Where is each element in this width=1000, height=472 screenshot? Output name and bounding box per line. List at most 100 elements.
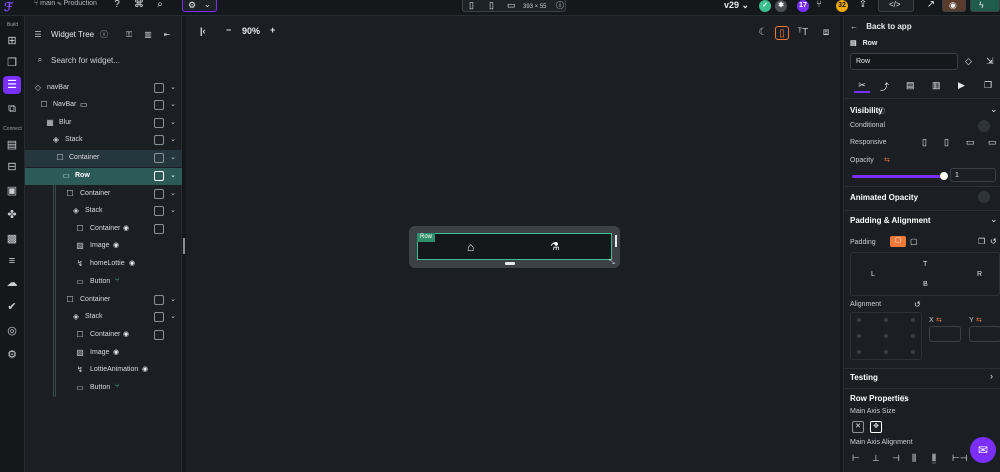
variable-icon[interactable]: ⇆ [884, 156, 890, 164]
target-icon[interactable]: ◎ [3, 322, 21, 340]
export-icon[interactable]: ⇲ [986, 56, 994, 67]
align-x-input[interactable] [929, 326, 961, 342]
command-icon[interactable]: ⌘ [132, 0, 146, 12]
tab-backend-icon[interactable]: ▤ [906, 80, 915, 91]
widget-action-icon[interactable] [154, 83, 164, 93]
tree-item-stack[interactable]: ◈ Stack ⌄ [25, 132, 182, 149]
padding-alignment-title[interactable]: Padding & Alignment [850, 216, 931, 225]
tree-item-container[interactable]: ☐ Container ⌄ [25, 292, 182, 309]
align-bottom-center[interactable] [884, 350, 888, 354]
tree-item-lottieanimation[interactable]: ↯ LottieAnimation ◉ [25, 362, 182, 379]
design-canvas[interactable]: |‹ − 90% + ☾ ▯ ᵀT ⧈ Row ⌂ ⚗ ⤡ [186, 16, 840, 472]
align-center-right[interactable] [911, 334, 915, 338]
tree-item-stack[interactable]: ◈ Stack ⌄ [25, 203, 182, 220]
widget-action-icon[interactable] [154, 100, 164, 110]
collapse-icon[interactable]: ⇤ [162, 30, 172, 40]
align-top-left[interactable] [857, 318, 861, 322]
preview-button[interactable]: ◉ [942, 0, 966, 12]
padding-editor[interactable]: T L R B [850, 252, 1000, 296]
align-top-center[interactable] [884, 318, 888, 322]
widget-search[interactable]: ⌕ Search for widget... [29, 52, 179, 68]
chat-support-button[interactable]: ✉ [970, 437, 996, 463]
tree-item-homelottie[interactable]: ↯ homeLottie ◉ [25, 256, 182, 273]
desktop-icon[interactable]: ▭ [988, 137, 997, 148]
media-icon[interactable]: ▩ [3, 230, 21, 248]
device-frame-icon[interactable]: ▯ [775, 26, 789, 40]
environment-label[interactable]: Production [63, 0, 96, 7]
tree-item-row[interactable]: ▭ Row ⌄ [25, 168, 182, 185]
align-bottom-left[interactable] [857, 350, 861, 354]
chevron-down-icon[interactable]: ⌄ [170, 100, 176, 108]
variable-icon[interactable]: ⇆ [936, 316, 942, 324]
bug-icon[interactable]: ✱ [775, 0, 787, 12]
open-external-icon[interactable]: ↗ [924, 0, 938, 12]
align-center-left[interactable] [857, 334, 861, 338]
tree-item-navbar[interactable]: ☐ NavBar ▭ ⌄ [25, 97, 182, 114]
widget-search-input[interactable]: Search for widget... [51, 56, 120, 65]
conditional-toggle[interactable] [978, 120, 990, 132]
resize-handle[interactable] [505, 262, 515, 265]
padding-individual-icon[interactable]: ▢ [910, 237, 918, 246]
notifications-badge[interactable]: 17 [797, 0, 809, 12]
align-top-right[interactable] [911, 318, 915, 322]
axis-size-min-icon[interactable]: ✕ [852, 421, 864, 433]
align-center[interactable] [884, 334, 888, 338]
search-icon[interactable]: ⌕ [153, 0, 167, 12]
share-icon[interactable]: ⇪ [856, 0, 870, 12]
eye-icon[interactable]: ◉ [113, 241, 119, 249]
chevron-down-icon[interactable]: ⌄ [170, 135, 176, 143]
flask-icon[interactable]: ⚗ [550, 240, 560, 253]
padding-bottom-label[interactable]: B [923, 281, 928, 288]
flutterflow-logo-icon[interactable]: ℱ [4, 0, 18, 14]
desktop-icon[interactable]: ▭ [507, 0, 516, 11]
action-flow-icon[interactable]: ⑂ [115, 383, 119, 390]
eye-icon[interactable]: ◉ [129, 259, 135, 267]
widget-action-icon[interactable] [154, 135, 164, 145]
chevron-down-icon[interactable]: ⌄ [170, 153, 176, 161]
settings-icon[interactable]: ⚙ [3, 346, 21, 364]
alignment-grid[interactable] [850, 312, 922, 360]
chevron-down-icon[interactable]: ⌄ [170, 118, 176, 126]
phone-icon[interactable]: ▯ [922, 137, 927, 148]
home-icon[interactable]: ⌂ [467, 240, 474, 254]
tree-item-image[interactable]: ▨ Image ◉ [25, 345, 182, 362]
widget-action-icon[interactable] [154, 330, 164, 340]
eye-icon[interactable]: ◉ [123, 224, 129, 232]
chevron-down-icon[interactable]: ⌄ [170, 189, 176, 197]
info-icon[interactable]: ⓘ [878, 106, 885, 116]
action-flow-icon[interactable]: ⑂ [115, 277, 119, 284]
merge-icon[interactable]: ⑂ [812, 0, 826, 12]
copy-icon[interactable]: ❐ [978, 237, 985, 246]
tree-item-container[interactable]: ☐ Container ⌄ [25, 150, 182, 167]
ai-tool-button[interactable]: ⚙ ⌄ [182, 0, 217, 12]
opacity-value-input[interactable]: 1 [950, 168, 996, 182]
widget-action-icon[interactable] [154, 153, 164, 163]
padding-top-label[interactable]: T [923, 261, 927, 268]
eye-icon[interactable]: ◉ [123, 330, 129, 338]
animated-opacity-toggle[interactable] [978, 191, 990, 203]
back-to-app-button[interactable]: ← Back to app [850, 22, 912, 31]
text-icon[interactable]: ≡ [3, 252, 21, 270]
database-icon[interactable]: ▤ [3, 136, 21, 154]
diamond-icon[interactable]: ◇ [965, 56, 972, 67]
padding-right-label[interactable]: R [977, 271, 982, 278]
space-evenly-icon[interactable]: ⊢⊣ [952, 453, 968, 464]
widget-action-icon[interactable] [154, 171, 164, 181]
tree-item-image[interactable]: ▨ Image ◉ [25, 238, 182, 255]
widget-tree-icon[interactable]: ☰ [3, 76, 21, 94]
chevron-down-icon[interactable]: ⌄ [170, 312, 176, 320]
chevron-down-icon[interactable]: ⌄ [990, 104, 998, 115]
opacity-slider-knob[interactable] [940, 172, 948, 180]
widget-action-icon[interactable] [154, 206, 164, 216]
widget-action-icon[interactable] [154, 295, 164, 305]
cloud-icon[interactable]: ☁ [3, 274, 21, 292]
variable-icon[interactable]: ⇆ [976, 316, 982, 324]
lock-icon[interactable]: ⚿ [124, 30, 134, 40]
chevron-down-icon[interactable]: ⌄ [170, 295, 176, 303]
opacity-slider-track[interactable] [852, 175, 944, 178]
eye-icon[interactable]: ◉ [113, 348, 119, 356]
widget-action-icon[interactable] [154, 189, 164, 199]
text-scale-icon[interactable]: ᵀT [796, 26, 810, 40]
chevron-down-icon[interactable]: ⌄ [170, 83, 176, 91]
tree-item-container[interactable]: ☐ Container ◉ [25, 327, 182, 344]
